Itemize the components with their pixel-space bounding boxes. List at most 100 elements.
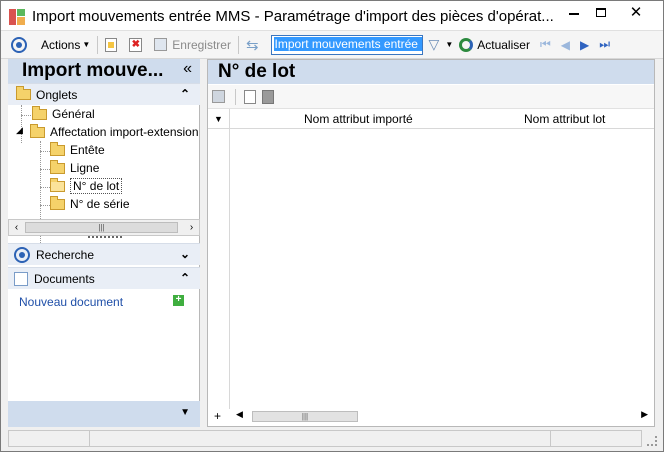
collapse-panel-icon[interactable]: «: [183, 60, 192, 78]
scroll-left-icon[interactable]: ◀: [236, 409, 243, 420]
section-documents-header[interactable]: Documents ⌃: [8, 267, 200, 289]
left-panel-title: Import mouve... «: [8, 59, 200, 83]
folder-icon: [30, 123, 45, 138]
tree-item-label: Général: [52, 107, 95, 121]
grid-save-icon[interactable]: [212, 90, 225, 103]
close-icon: ✕: [629, 4, 643, 21]
folder-icon: [50, 195, 65, 210]
left-panel-title-text: Import mouve...: [22, 60, 164, 81]
main-panel-title: N° de lot: [208, 60, 654, 84]
title-bar: Import mouvements entrée MMS - Paramétra…: [1, 1, 663, 31]
toolbar-separator: [97, 35, 99, 54]
tree-item-ligne[interactable]: Ligne: [50, 159, 99, 177]
tree-item-label: Affectation import-extension: [50, 125, 199, 139]
main-panel: N° de lot ▼ Nom attribut importé Nom att…: [207, 59, 655, 427]
close-button[interactable]: ✕: [613, 1, 659, 23]
refresh-icon: [459, 37, 474, 52]
section-search-header[interactable]: Recherche ⌄: [8, 243, 200, 265]
chevron-down-icon[interactable]: ▼: [180, 407, 190, 418]
main-title-text: N° de lot: [218, 61, 296, 82]
column-header[interactable]: Nom attribut lot: [524, 112, 605, 126]
toolbar: Actions ▼ ✖ Enregistrer ⇆ Import mouveme…: [1, 31, 663, 59]
folder-icon: [50, 141, 65, 156]
tree-item-label: N° de lot: [70, 178, 123, 194]
tree-item-entete[interactable]: Entête: [50, 141, 105, 159]
grid-header: ▼ Nom attribut importé Nom attribut lot: [208, 109, 654, 129]
row-selector-column: [208, 129, 230, 409]
last-icon: ⏭: [599, 37, 611, 51]
section-documents-label: Documents: [34, 271, 95, 286]
scroll-left-icon[interactable]: ‹: [9, 220, 24, 235]
left-panel-footer: ▼: [8, 401, 200, 427]
next-icon: ▶: [579, 37, 590, 52]
first-record-button[interactable]: ⏮: [537, 34, 554, 56]
chevron-down-icon: ▼: [82, 40, 91, 49]
last-record-button[interactable]: ⏭: [596, 34, 613, 56]
documents-icon: [14, 271, 28, 286]
new-document-link[interactable]: Nouveau document: [19, 295, 123, 309]
navigation-icon: [11, 36, 27, 53]
delete-icon: ✖: [129, 37, 143, 52]
add-row-icon[interactable]: +: [214, 409, 221, 423]
section-search-label: Recherche: [36, 247, 95, 262]
expand-toggle-icon[interactable]: ◢: [16, 125, 23, 136]
save-button[interactable]: Enregistrer: [151, 34, 234, 56]
section-tabs-header[interactable]: Onglets ⌃: [8, 83, 200, 105]
grid-delete-icon[interactable]: [262, 89, 274, 104]
app-logo-icon: [9, 9, 25, 25]
refresh-button[interactable]: Actualiser: [456, 34, 533, 56]
tree-item-label: N° de série: [70, 197, 130, 211]
resize-grip-icon[interactable]: [647, 436, 657, 446]
actions-label: Actions: [41, 37, 81, 52]
application-window: Import mouvements entrée MMS - Paramétra…: [0, 0, 664, 452]
grid-new-icon[interactable]: [244, 89, 256, 104]
splitter-grip[interactable]: [88, 236, 122, 240]
tree-horizontal-scrollbar[interactable]: ‹ ||| ›: [8, 219, 200, 236]
folder-icon: [50, 159, 65, 174]
window-title: Import mouvements entrée MMS - Paramétra…: [32, 8, 554, 25]
tree-item-numero-lot[interactable]: N° de lot: [50, 177, 123, 195]
section-tabs-label: Onglets: [36, 87, 78, 102]
column-header[interactable]: Nom attribut importé: [304, 112, 413, 126]
status-cell: [550, 430, 642, 447]
left-panel: Import mouve... « Onglets ⌃ Général ◢ Af…: [8, 59, 200, 427]
search-input[interactable]: Import mouvements entrée MMS: [270, 34, 423, 55]
status-bar: [1, 427, 663, 451]
nav-button[interactable]: [1, 34, 30, 56]
maximize-icon: [596, 7, 606, 17]
search-section-icon: [14, 246, 30, 263]
tree-item-general[interactable]: Général: [32, 105, 95, 123]
filter-dropdown[interactable]: ▼: [442, 34, 456, 56]
sync-button[interactable]: ⇆: [243, 34, 262, 56]
delete-button[interactable]: ✖: [126, 34, 145, 56]
chevron-up-icon: ⌃: [179, 271, 190, 285]
scrollbar-thumb[interactable]: |||: [25, 222, 178, 233]
chevron-down-icon: ▼: [445, 40, 454, 49]
actions-menu[interactable]: Actions ▼: [38, 34, 93, 56]
refresh-label: Actualiser: [477, 37, 530, 52]
save-icon: [154, 38, 168, 51]
chevron-up-icon: ⌃: [179, 87, 190, 101]
first-icon: ⏮: [539, 37, 551, 51]
tree-item-affectation[interactable]: Affectation import-extension: [30, 123, 199, 141]
minimize-icon: [569, 13, 579, 15]
scroll-right-icon[interactable]: ▶: [641, 409, 648, 420]
sync-icon: ⇆: [245, 36, 259, 54]
scrollbar-thumb[interactable]: |||: [252, 411, 358, 422]
filter-button[interactable]: ▽: [426, 34, 443, 56]
scroll-right-icon[interactable]: ›: [184, 220, 199, 235]
next-record-button[interactable]: ▶: [577, 34, 592, 56]
previous-icon: ◀: [560, 37, 570, 52]
tree-item-numero-serie[interactable]: N° de série: [50, 195, 130, 213]
previous-record-button[interactable]: ◀: [558, 34, 573, 56]
search-field-wrapper: Import mouvements entrée MMS: [268, 34, 426, 56]
row-selector-icon[interactable]: ▼: [208, 109, 230, 129]
open-folder-icon: [50, 177, 65, 192]
search-input-value: Import mouvements entrée MMS: [273, 36, 422, 51]
new-button[interactable]: [102, 34, 120, 56]
filter-icon: ▽: [428, 36, 440, 52]
tree-item-label: Entête: [70, 143, 105, 157]
grid-horizontal-scrollbar[interactable]: + ◀ ||| ▶: [214, 409, 654, 424]
add-document-icon[interactable]: +: [173, 295, 184, 306]
toolbar-separator: [237, 35, 239, 54]
